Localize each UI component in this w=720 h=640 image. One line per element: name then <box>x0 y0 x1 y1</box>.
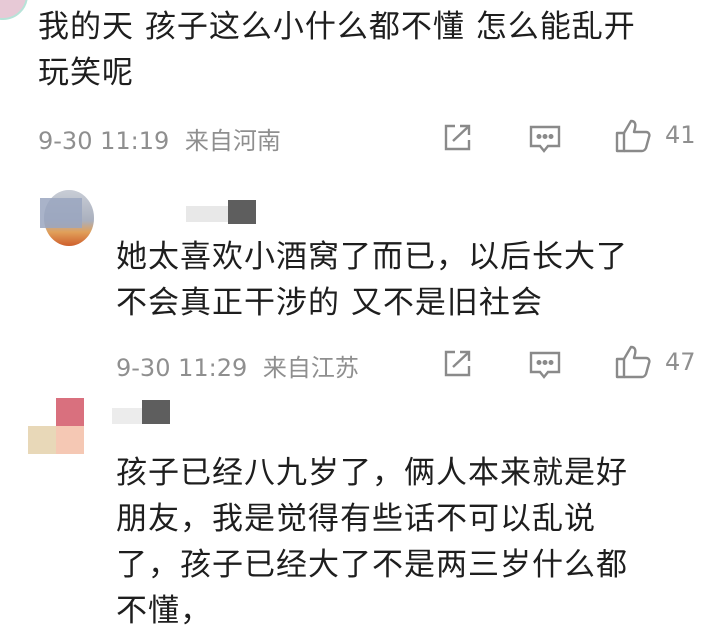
comment-time: 9-30 11:19 <box>38 127 170 155</box>
avatar-image <box>56 426 84 454</box>
like-count: 47 <box>665 348 696 376</box>
comment-text-line: 不懂， <box>116 593 212 629</box>
comment-location: 来自江苏 <box>262 354 359 382</box>
username-blur <box>142 400 170 424</box>
comment-text-line: 孩子已经八九岁了，俩人本来就是好 <box>116 455 628 491</box>
comment-text-line: 我的天 孩子这么小什么都不懂 怎么能乱开 <box>38 9 636 45</box>
thumbs-up-icon[interactable] <box>614 118 652 154</box>
like-count: 41 <box>665 121 696 149</box>
comment-icon[interactable] <box>528 350 562 380</box>
comment-text-line: 不会真正干涉的 又不是旧社会 <box>116 285 543 321</box>
comment-text-line: 玩笑呢 <box>38 55 134 91</box>
comment-text-line: 朋友，我是觉得有些话不可以乱说 <box>116 501 596 537</box>
username-blur <box>112 408 142 424</box>
comment-meta: 9-30 11:29 来自江苏 <box>116 348 359 383</box>
avatar[interactable] <box>28 398 86 460</box>
comment-text-line: 了，孩子已经大了不是两三岁什么都 <box>116 547 628 583</box>
avatar[interactable] <box>0 0 28 20</box>
comment-text-line: 她太喜欢小酒窝了而已，以后长大了 <box>116 239 628 275</box>
avatar-image <box>56 398 84 426</box>
avatar-image <box>28 426 56 454</box>
share-icon[interactable] <box>441 348 473 380</box>
username-blur <box>186 206 228 222</box>
comment-time: 9-30 11:29 <box>116 354 248 382</box>
username-blur <box>40 198 82 228</box>
comment-icon[interactable] <box>528 124 562 154</box>
thumbs-up-icon[interactable] <box>614 344 652 380</box>
comment-location: 来自河南 <box>184 127 281 155</box>
share-icon[interactable] <box>441 122 473 154</box>
username-blur <box>228 200 256 224</box>
comment-meta: 9-30 11:19 来自河南 <box>38 121 281 156</box>
